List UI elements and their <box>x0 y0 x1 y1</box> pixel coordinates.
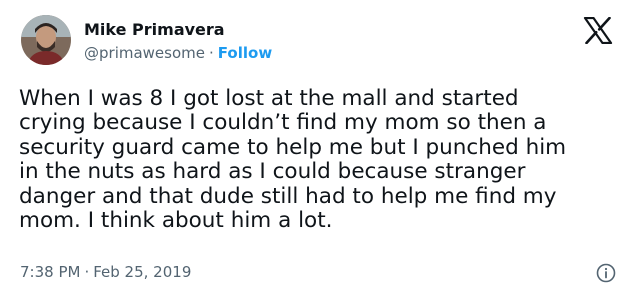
follow-button[interactable]: Follow <box>218 44 272 62</box>
author-header: Mike Primavera @primawesome · Follow <box>84 20 272 63</box>
x-logo-icon[interactable] <box>583 17 613 44</box>
tweet-date[interactable]: Feb 25, 2019 <box>93 263 191 281</box>
tweet-time[interactable]: 7:38 PM <box>20 263 80 281</box>
tweet-text: When I was 8 I got lost at the mall and … <box>19 86 629 234</box>
avatar[interactable] <box>21 15 71 65</box>
tweet-line: mom. I think about him a lot. <box>19 208 333 234</box>
info-icon[interactable] <box>596 263 616 283</box>
author-subline: @primawesome · Follow <box>84 43 272 63</box>
meta-separator: · <box>84 263 90 281</box>
tweet-line: security guard came to help me but I pun… <box>19 134 567 160</box>
author-handle[interactable]: @primawesome <box>84 44 205 62</box>
tweet-meta: 7:38 PM · Feb 25, 2019 <box>20 262 191 282</box>
tweet-card: Mike Primavera @primawesome · Follow When … <box>0 0 640 306</box>
author-name[interactable]: Mike Primavera <box>84 20 272 40</box>
tweet-line: danger and that dude still had to help m… <box>19 183 557 209</box>
handle-separator: · <box>209 44 214 62</box>
tweet-line: When I was 8 I got lost at the mall and … <box>19 86 519 111</box>
tweet-line: crying because I couldn’t find my mom so… <box>19 110 547 136</box>
tweet-line: in the nuts as hard as I could because s… <box>19 159 526 185</box>
avatar-image <box>21 15 71 65</box>
